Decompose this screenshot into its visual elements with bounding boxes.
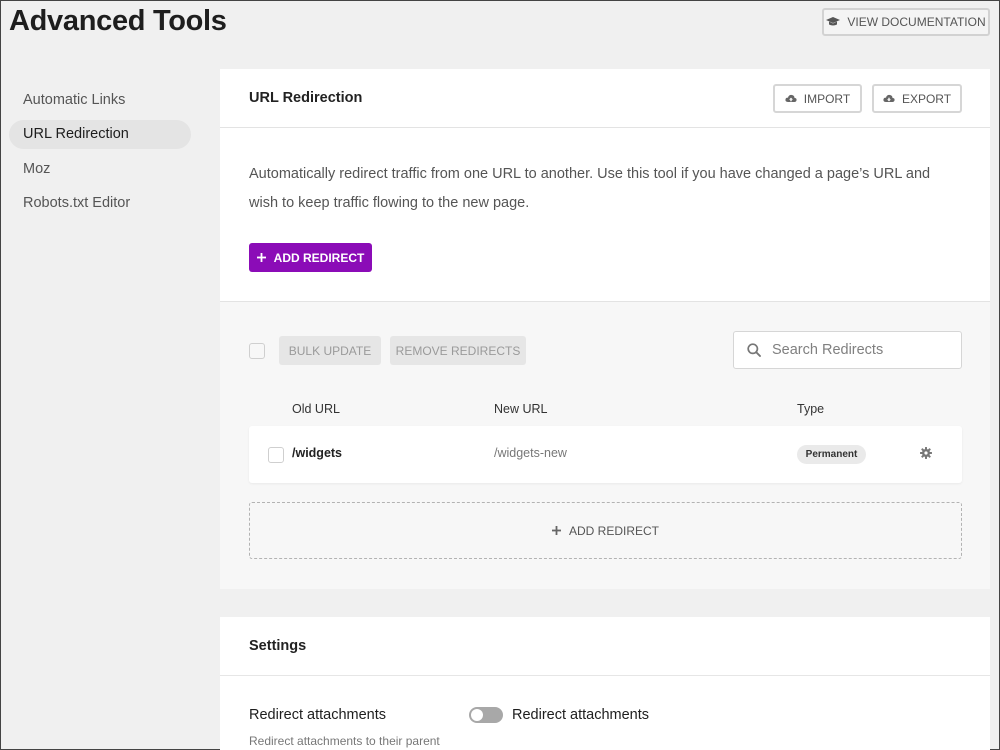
settings-header: Settings (220, 617, 990, 676)
cloud-download-icon (883, 94, 895, 102)
plus-icon (256, 253, 266, 262)
select-all-checkbox[interactable] (249, 343, 265, 359)
page-title: Advanced Tools (9, 5, 227, 37)
sidebar-item-label: URL Redirection (23, 126, 129, 142)
sidebar-item-robots-txt-editor[interactable]: Robots.txt Editor (9, 189, 191, 218)
column-header-type: Type (797, 402, 825, 416)
add-redirect-row-button[interactable]: ADD REDIRECT (249, 502, 962, 559)
gear-icon[interactable] (920, 447, 932, 459)
sidebar: Automatic Links URL Redirection Moz Robo… (9, 85, 191, 223)
add-redirect-row-label: ADD REDIRECT (568, 523, 659, 538)
view-documentation-button[interactable]: VIEW DOCUMENTATION (822, 8, 990, 36)
search-redirects-input[interactable] (772, 342, 952, 358)
card-title: URL Redirection (249, 90, 363, 106)
redirect-attachments-label: Redirect attachments (249, 707, 387, 723)
plus-icon (551, 526, 561, 535)
intro-description: Automatically redirect traffic from one … (249, 166, 931, 211)
url-redirection-card: URL Redirection IMPORT EXPORT Automatica… (220, 69, 990, 589)
settings-card: Settings Redirect attachments Redirect a… (220, 617, 990, 750)
graduation-cap-icon (826, 17, 841, 26)
search-redirects-field[interactable] (733, 331, 962, 369)
intro-section: Automatically redirect traffic from one … (220, 128, 990, 302)
sidebar-item-url-redirection[interactable]: URL Redirection (9, 119, 191, 149)
row-old-url: /widgets (292, 446, 343, 460)
view-documentation-label: VIEW DOCUMENTATION (847, 15, 986, 29)
sidebar-item-automatic-links[interactable]: Automatic Links (9, 85, 191, 114)
column-header-new-url: New URL (494, 402, 548, 416)
table-row: /widgets /widgets-new Permanent (249, 426, 962, 483)
add-redirect-button[interactable]: ADD REDIRECT (249, 243, 372, 272)
import-button[interactable]: IMPORT (773, 84, 862, 113)
row-new-url: /widgets-new (494, 446, 567, 460)
export-label: EXPORT (901, 91, 952, 106)
import-label: IMPORT (803, 91, 851, 106)
redirect-attachments-toggle-label: Redirect attachments (512, 707, 650, 723)
settings-title: Settings (249, 638, 307, 654)
add-redirect-label: ADD REDIRECT (273, 250, 365, 265)
row-checkbox[interactable] (268, 447, 284, 463)
sidebar-item-label: Moz (23, 160, 51, 177)
cloud-upload-icon (785, 94, 797, 102)
export-button[interactable]: EXPORT (872, 84, 962, 113)
redirect-type-badge: Permanent (797, 445, 866, 464)
column-header-old-url: Old URL (292, 402, 340, 416)
bulk-update-button[interactable]: BULK UPDATE (279, 336, 381, 365)
card-header: URL Redirection IMPORT EXPORT (220, 69, 990, 128)
redirects-toolbar: BULK UPDATE REMOVE REDIRECTS Old URL New… (220, 302, 990, 416)
sidebar-item-moz[interactable]: Moz (9, 154, 191, 183)
sidebar-item-label: Automatic Links (23, 91, 126, 108)
redirect-attachments-toggle[interactable] (469, 707, 503, 723)
search-icon (747, 343, 761, 357)
remove-redirects-button[interactable]: REMOVE REDIRECTS (390, 336, 526, 365)
sidebar-item-label: Robots.txt Editor (23, 195, 131, 211)
redirect-attachments-description: Redirect attachments to their parent (249, 734, 440, 748)
